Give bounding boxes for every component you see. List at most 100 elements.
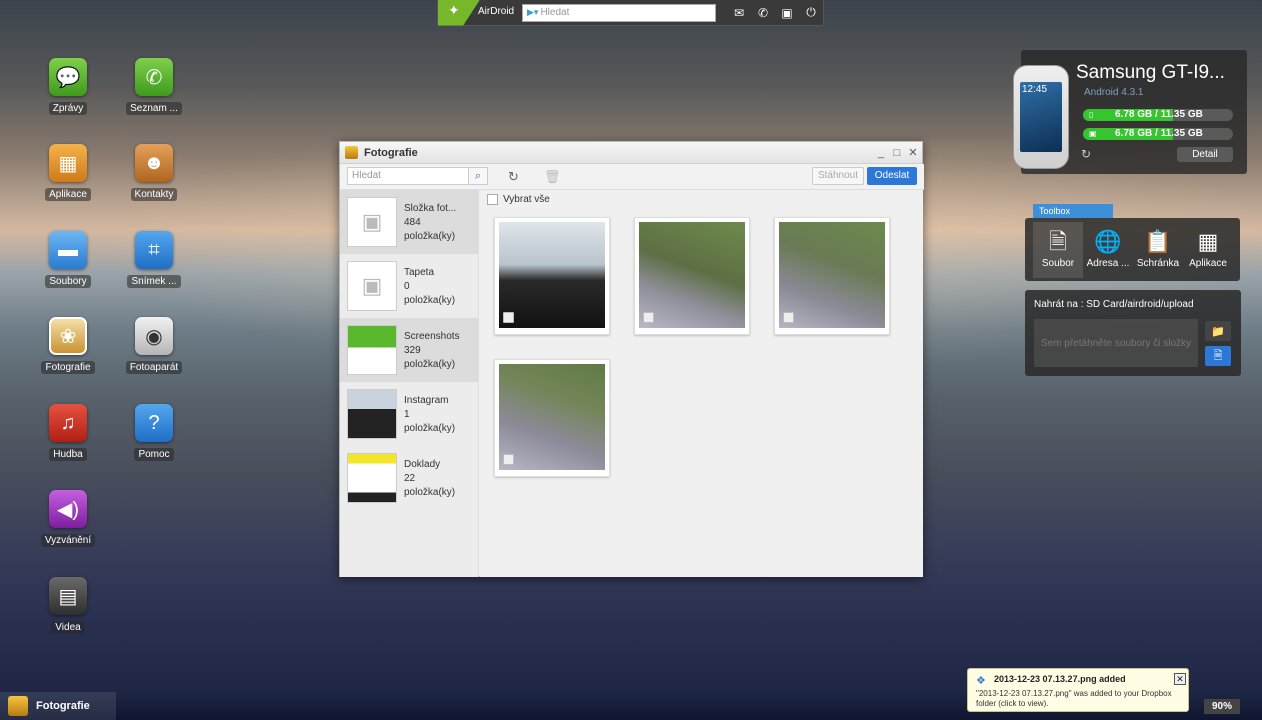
crop-icon: ⌗ <box>135 231 173 269</box>
album-count: 1 <box>404 409 410 420</box>
photo-image <box>639 222 745 328</box>
album-thumbnail: ▣ <box>347 261 397 311</box>
album-count: 484 <box>404 217 421 228</box>
refresh-icon[interactable]: ↻ <box>1081 147 1091 161</box>
desktop-icon-label: Pomoc <box>134 448 174 461</box>
drop-zone[interactable]: Sem přetáhněte soubory či složky <box>1034 319 1198 367</box>
minimize-icon[interactable]: _ <box>874 147 888 159</box>
window-title: Fotografie <box>364 146 418 159</box>
device-panel: 12:45 Samsung GT-I9... Android 4.3.1 ▯ 6… <box>1013 50 1247 174</box>
desktop-icon-label: Zprávy <box>48 102 88 115</box>
message-icon[interactable]: ✉ <box>728 4 750 22</box>
album-item[interactable]: ▣ Složka fot... 484 položka(ky) <box>340 190 478 254</box>
tool-file[interactable]: 🗎 Soubor <box>1033 222 1083 278</box>
album-count: 0 <box>404 281 410 292</box>
phone-icon: ✆ <box>135 58 173 96</box>
taskbar-item-photos[interactable]: Fotografie <box>0 692 116 720</box>
desktop-icon-calls[interactable]: ✆ Seznam ... <box>114 58 194 115</box>
dropbox-notification[interactable]: ❖ 2013-12-23 07.13.27.png added "2013-12… <box>967 668 1189 712</box>
maximize-icon[interactable]: □ <box>890 147 904 159</box>
album-item[interactable]: Doklady 22 položka(ky) <box>340 446 478 510</box>
photo-image <box>499 364 605 470</box>
topbar-search-placeholder: Hledat <box>540 7 570 18</box>
album-item[interactable]: Screenshots 329 položka(ky) <box>340 318 478 382</box>
tool-clipboard[interactable]: 📋 Schránka <box>1133 222 1183 278</box>
album-thumbnail: ▣ <box>347 197 397 247</box>
photos-window: Fotografie _ □ ✕ Hledat ⌕ ↻ 🗑 Stáhnout O… <box>339 141 924 577</box>
topbar-search-input[interactable]: ▶▾ Hledat <box>522 3 716 22</box>
window-search-input[interactable]: Hledat <box>347 167 487 185</box>
desktop-icon-files[interactable]: ▬ Soubory <box>28 231 108 288</box>
photo-tile[interactable] <box>634 217 750 335</box>
sd-card-icon: ▣ <box>1089 129 1097 138</box>
help-icon: ? <box>135 404 173 442</box>
tool-apps[interactable]: ▦ Aplikace <box>1183 222 1233 278</box>
trash-icon[interactable]: 🗑 <box>544 169 561 185</box>
airdroid-logo[interactable]: ✦ AirDroid <box>438 0 518 26</box>
language-icon[interactable]: ▣ <box>776 4 798 22</box>
desktop-icon-screenshot[interactable]: ⌗ Snímek ... <box>114 231 194 288</box>
window-toolbar: Hledat ⌕ ↻ 🗑 Stáhnout Odeslat <box>340 164 924 190</box>
photo-checkbox[interactable] <box>503 454 514 465</box>
desktop-icon-apps[interactable]: ▦ Aplikace <box>28 144 108 201</box>
desktop-icon-camera[interactable]: ◉ Fotoaparát <box>114 317 194 374</box>
airdroid-topbar: ✦ AirDroid ▶▾ Hledat ✉ ✆ ▣ ⏻ <box>437 0 824 26</box>
album-list: ▣ Složka fot... 484 položka(ky) ▣ Tapeta… <box>340 190 479 577</box>
window-titlebar[interactable]: Fotografie _ □ ✕ <box>340 142 922 164</box>
desktop-icon-label: Hudba <box>49 448 87 461</box>
desktop-icon-messages[interactable]: 💬 Zprávy <box>28 58 108 115</box>
photo-tile[interactable] <box>774 217 890 335</box>
desktop-icon-label: Videa <box>51 621 85 634</box>
album-unit: položka(ky) <box>404 295 456 306</box>
photo-tile[interactable] <box>494 359 610 477</box>
photo-checkbox[interactable] <box>783 312 794 323</box>
album-name: Tapeta <box>404 267 435 278</box>
power-icon[interactable]: ⏻ <box>800 4 822 22</box>
globe-icon: 🌐 <box>1094 229 1122 254</box>
album-item[interactable]: Instagram 1 položka(ky) <box>340 382 478 446</box>
photo-checkbox[interactable] <box>643 312 654 323</box>
photo-checkbox[interactable] <box>503 312 514 323</box>
notification-title: 2013-12-23 07.13.27.png added <box>994 674 1126 684</box>
album-item[interactable]: ▣ Tapeta 0 položka(ky) <box>340 254 478 318</box>
detail-button[interactable]: Detail <box>1177 147 1233 162</box>
phone-icon[interactable]: ✆ <box>752 4 774 22</box>
device-os: Android 4.3.1 <box>1084 87 1144 98</box>
desktop-icon-music[interactable]: ♫ Hudba <box>28 404 108 461</box>
desktop-icon-label: Aplikace <box>45 188 91 201</box>
camera-icon: ◉ <box>135 317 173 355</box>
desktop-icon-videos[interactable]: ▤ Videa <box>28 577 108 634</box>
send-button[interactable]: Odeslat <box>867 167 917 185</box>
brand-name: AirDroid <box>478 5 515 17</box>
desktop-icon-ringtones[interactable]: ◀) Vyzvánění <box>28 490 108 547</box>
zoom-level: 90% <box>1204 699 1240 714</box>
clipboard-icon: 📋 <box>1144 229 1172 254</box>
phone-image: 12:45 <box>1013 65 1069 169</box>
search-icon[interactable]: ⌕ <box>468 167 488 185</box>
box-icon: ▦ <box>1197 229 1219 254</box>
close-icon[interactable]: ✕ <box>906 146 920 159</box>
photo-icon: ❀ <box>49 317 87 355</box>
select-all-checkbox[interactable]: Vybrat vše <box>487 194 550 205</box>
upload-file-icon[interactable]: 🗎 <box>1205 346 1231 366</box>
toolbox-tab[interactable]: Toolbox <box>1033 204 1113 218</box>
upload-folder-icon[interactable]: 📁 <box>1205 321 1231 341</box>
desktop-icon-help[interactable]: ? Pomoc <box>114 404 194 461</box>
photo-tile[interactable] <box>494 217 610 335</box>
album-count: 22 <box>404 473 416 484</box>
refresh-icon[interactable]: ↻ <box>508 169 519 185</box>
clapperboard-icon: ▤ <box>49 577 87 615</box>
tool-address[interactable]: 🌐 Adresa ... <box>1083 222 1133 278</box>
tool-label: Adresa ... <box>1086 258 1130 269</box>
download-button[interactable]: Stáhnout <box>812 167 864 185</box>
desktop-icon-photos[interactable]: ❀ Fotografie <box>28 317 108 374</box>
tool-label: Soubor <box>1041 258 1075 269</box>
storage-text: 6.78 GB / 11.35 GB <box>1115 109 1203 120</box>
file-icon: 🗎 <box>1049 229 1067 254</box>
contacts-icon: ☻ <box>135 144 173 182</box>
desktop-icon-contacts[interactable]: ☻ Kontakty <box>114 144 194 201</box>
storage-text: 6.78 GB / 11.35 GB <box>1115 128 1203 139</box>
folder-icon: ▬ <box>49 231 87 269</box>
close-icon[interactable]: ✕ <box>1174 673 1186 685</box>
album-thumbnail <box>347 389 397 439</box>
